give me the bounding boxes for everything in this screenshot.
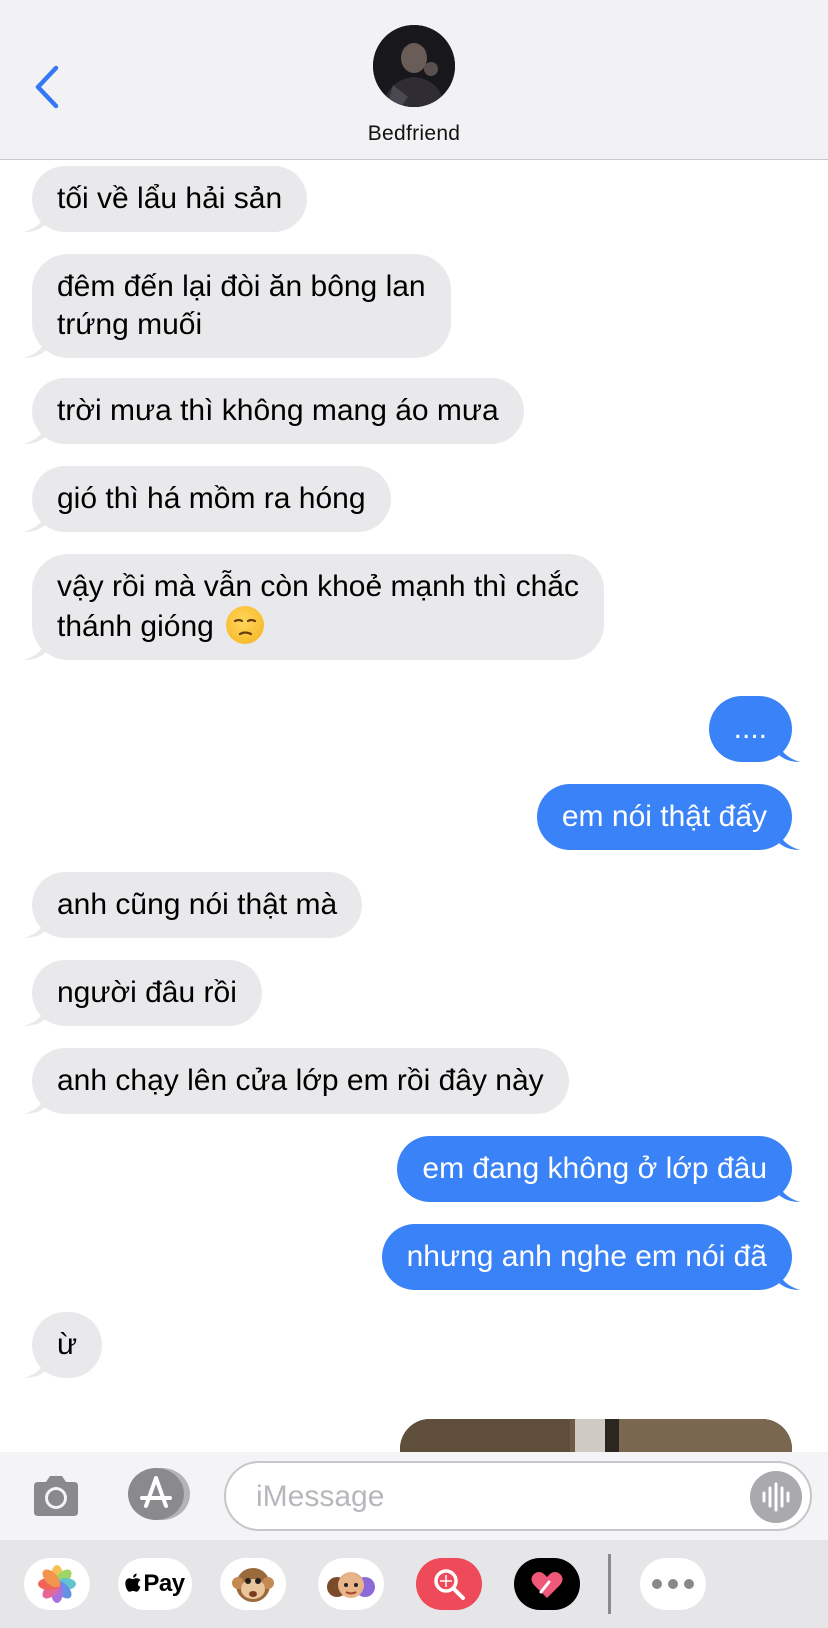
conversation-header: Bedfriend bbox=[0, 0, 828, 160]
outgoing-message-bubble[interactable]: em đang không ở lớp đâu bbox=[397, 1136, 800, 1202]
digital-touch-icon[interactable] bbox=[514, 1558, 580, 1610]
message-text: anh chạy lên cửa lớp em rồi đây này bbox=[57, 1064, 544, 1097]
compose-bar: iMessage bbox=[0, 1452, 828, 1540]
apple-pay-button[interactable]: Pay bbox=[118, 1558, 192, 1610]
drawer-divider bbox=[608, 1554, 611, 1614]
animoji-icon[interactable] bbox=[220, 1558, 286, 1610]
bubble-tail bbox=[24, 638, 46, 660]
bubble-tail bbox=[24, 1356, 46, 1378]
bubble-tail bbox=[778, 1268, 800, 1290]
message-text: đêm đến lại đòi ăn bông lan bbox=[57, 270, 426, 303]
voice-message-icon[interactable] bbox=[750, 1471, 802, 1523]
message-text: tối về lẩu hải sản bbox=[57, 182, 283, 215]
outgoing-message-bubble[interactable]: nhưng anh nghe em nói đã bbox=[381, 1224, 800, 1290]
bubble-tail bbox=[24, 510, 46, 532]
incoming-message-bubble[interactable]: người đâu rồi bbox=[24, 960, 262, 1026]
message-text: trứng muối bbox=[57, 308, 203, 341]
back-chevron-icon[interactable] bbox=[30, 62, 70, 112]
message-text: .... bbox=[733, 712, 767, 745]
incoming-message-bubble[interactable]: gió thì há mồm ra hóng bbox=[24, 466, 391, 532]
bubble-tail bbox=[778, 828, 800, 850]
incoming-message-bubble[interactable]: anh cũng nói thật mà bbox=[24, 872, 363, 938]
photo-attachment[interactable] bbox=[400, 1419, 792, 1452]
unamused-face-emoji bbox=[226, 606, 265, 644]
image-search-icon[interactable] bbox=[416, 1558, 482, 1610]
message-text: gió thì há mồm ra hóng bbox=[57, 482, 366, 515]
message-text: anh cũng nói thật mà bbox=[57, 888, 338, 921]
imessage-placeholder: iMessage bbox=[256, 1480, 385, 1513]
apple-pay-label: Pay bbox=[143, 1570, 185, 1597]
contact-avatar[interactable] bbox=[373, 25, 455, 107]
incoming-message-bubble[interactable]: trời mưa thì không mang áo mưa bbox=[24, 378, 524, 444]
bubble-tail bbox=[24, 210, 46, 232]
incoming-message-bubble[interactable]: đêm đến lại đòi ăn bông lan trứng muối bbox=[24, 254, 451, 358]
more-apps-icon[interactable] bbox=[640, 1558, 706, 1610]
outgoing-message-bubble[interactable]: .... bbox=[708, 696, 800, 762]
app-store-icon[interactable] bbox=[126, 1466, 190, 1522]
app-drawer: Pay bbox=[0, 1540, 828, 1628]
bubble-tail bbox=[24, 1092, 46, 1114]
bubble-tail bbox=[24, 336, 46, 358]
apple-logo-icon bbox=[125, 1573, 141, 1592]
incoming-message-bubble[interactable]: ừ bbox=[24, 1312, 103, 1378]
incoming-message-bubble[interactable]: anh chạy lên cửa lớp em rồi đây này bbox=[24, 1048, 569, 1114]
contact-name[interactable]: Bedfriend bbox=[0, 122, 828, 146]
message-text: ừ bbox=[57, 1328, 78, 1361]
bubble-tail bbox=[778, 740, 800, 762]
message-text: trời mưa thì không mang áo mưa bbox=[57, 394, 499, 427]
memoji-icon[interactable] bbox=[318, 1558, 384, 1610]
message-thread[interactable]: tối về lẩu hải sản đêm đến lại đòi ăn bô… bbox=[0, 160, 828, 1452]
message-text: thánh gióng bbox=[57, 610, 214, 643]
outgoing-message-bubble[interactable]: em nói thật đấy bbox=[536, 784, 800, 850]
bubble-tail bbox=[24, 1004, 46, 1026]
incoming-message-bubble[interactable]: vậy rồi mà vẫn còn khoẻ mạnh thì chắc th… bbox=[24, 554, 604, 660]
bubble-tail bbox=[778, 1180, 800, 1202]
message-text: vậy rồi mà vẫn còn khoẻ mạnh thì chắc bbox=[57, 570, 579, 603]
message-text: nhưng anh nghe em nói đã bbox=[406, 1240, 767, 1273]
message-text: người đâu rồi bbox=[57, 976, 237, 1009]
bubble-tail bbox=[24, 422, 46, 444]
message-text: em đang không ở lớp đâu bbox=[422, 1152, 767, 1185]
camera-icon[interactable] bbox=[30, 1470, 82, 1522]
imessage-input[interactable]: iMessage bbox=[224, 1461, 812, 1531]
bubble-tail bbox=[24, 916, 46, 938]
photos-icon[interactable] bbox=[24, 1558, 90, 1610]
incoming-message-bubble[interactable]: tối về lẩu hải sản bbox=[24, 166, 308, 232]
message-text: em nói thật đấy bbox=[561, 800, 767, 833]
